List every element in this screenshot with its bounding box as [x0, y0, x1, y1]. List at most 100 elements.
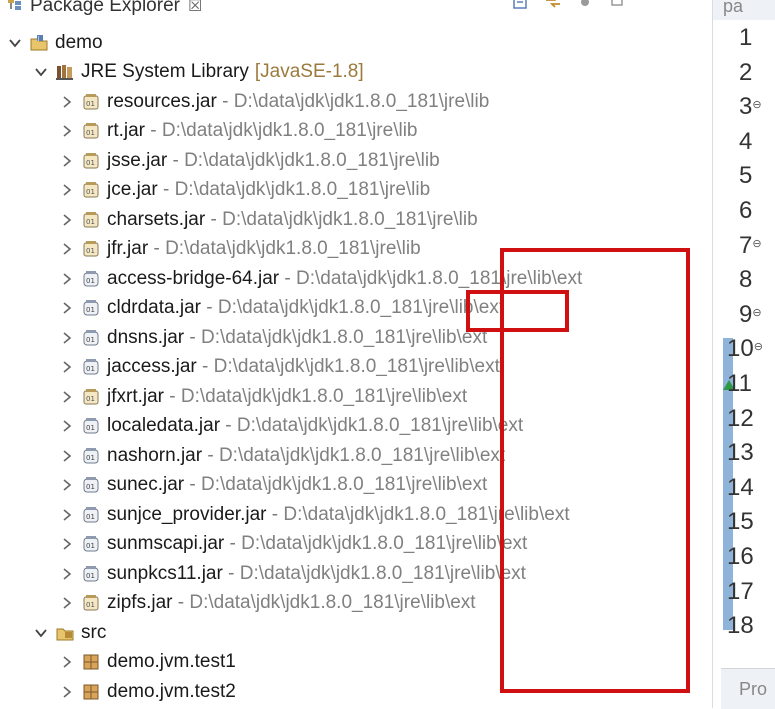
- tree-item-dnsns-jar[interactable]: 01 dnsns.jar - D:\data\jdk\jdk1.8.0_181\j…: [60, 323, 487, 352]
- chevron-right-icon[interactable]: [60, 567, 74, 581]
- tree-item-sunpkcs11-jar[interactable]: 01 sunpkcs11.jar - D:\data\jdk\jdk1.8.0_1…: [60, 559, 526, 588]
- fold-marker-icon[interactable]: ⊖: [752, 307, 761, 319]
- chevron-right-icon[interactable]: [60, 360, 74, 374]
- tree-item-path: D:\data\jdk\jdk1.8.0_181\jre\lib: [184, 149, 440, 171]
- path-separator: -: [279, 267, 297, 289]
- jar-ext-icon: 01: [82, 506, 100, 524]
- line-number: 6: [739, 197, 753, 224]
- collapse-all-icon[interactable]: [512, 0, 530, 10]
- chevron-right-icon[interactable]: [60, 419, 74, 433]
- path-separator: -: [222, 562, 240, 584]
- view-title: Package Explorer: [30, 0, 180, 16]
- jar-icon: 01: [82, 594, 100, 612]
- tree-item-src[interactable]: src: [34, 618, 106, 647]
- editor-tab[interactable]: pa: [713, 0, 775, 20]
- tree-item-label: access-bridge-64.jar: [107, 267, 280, 289]
- tree-item-demo[interactable]: Jdemo: [8, 28, 103, 57]
- tree-item-label: nashorn.jar: [107, 444, 203, 466]
- tree-item-jfr-jar[interactable]: 01 jfr.jar - D:\data\jdk\jdk1.8.0_181\jre…: [60, 235, 421, 264]
- chevron-right-icon[interactable]: [60, 478, 74, 492]
- tree-item-path: D:\data\jdk\jdk1.8.0_181\jre\lib\ext: [236, 415, 524, 436]
- jar-ext-icon: 01: [82, 417, 100, 435]
- chevron-right-icon[interactable]: [60, 685, 74, 699]
- link-with-editor-icon[interactable]: [544, 0, 562, 10]
- tree-item-label: jce.jar: [107, 179, 158, 200]
- line-number: 10⊖: [727, 335, 763, 363]
- tree-item-label: jfxrt.jar: [107, 385, 164, 407]
- tree-item-rt-jar[interactable]: 01 rt.jar - D:\data\jdk\jdk1.8.0_181\jre\…: [60, 117, 418, 146]
- tree-item-jaccess-jar[interactable]: 01 jaccess.jar - D:\data\jdk\jdk1.8.0_181…: [60, 353, 500, 382]
- problems-tab[interactable]: Pro: [721, 668, 775, 709]
- jar-icon: 01: [82, 181, 100, 199]
- fold-marker-icon[interactable]: ⊖: [752, 238, 761, 250]
- close-view-icon[interactable]: ☒: [188, 0, 202, 16]
- chevron-right-icon[interactable]: [60, 390, 74, 404]
- tree-item-path: D:\data\jdk\jdk1.8.0_181\jre\lib: [222, 208, 478, 230]
- path-separator: -: [220, 415, 237, 436]
- jar-icon: 01: [82, 152, 100, 170]
- tree-item-path: D:\data\jdk\jdk1.8.0_181\jre\lib: [174, 179, 431, 200]
- chevron-right-icon[interactable]: [60, 154, 74, 168]
- tree-item-label: zipfs.jar: [107, 592, 173, 613]
- chevron-right-icon[interactable]: [60, 213, 74, 227]
- tree-item-jsse-jar[interactable]: 01 jsse.jar - D:\data\jdk\jdk1.8.0_181\jr…: [60, 146, 440, 175]
- tree-item-path: D:\data\jdk\jdk1.8.0_181\jre\lib\ext: [213, 356, 500, 377]
- tree-item-jfxrt-jar[interactable]: 01 jfxrt.jar - D:\data\jdk\jdk1.8.0_181\j…: [60, 382, 467, 411]
- chevron-right-icon[interactable]: [60, 596, 74, 610]
- line-number: 4: [739, 127, 753, 155]
- chevron-right-icon[interactable]: [60, 124, 74, 138]
- path-separator: -: [164, 385, 181, 407]
- line-number: 3⊖: [739, 93, 762, 121]
- fold-marker-icon[interactable]: ⊖: [754, 341, 763, 353]
- tree-item-sunjce-provider-jar[interactable]: 01 sunjce_provider.jar - D:\data\jdk\jdk1…: [60, 500, 570, 529]
- tree-item-path: D:\data\jdk\jdk1.8.0_181\jre\lib\ext: [218, 444, 506, 466]
- line-number: 14: [727, 473, 754, 501]
- chevron-down-icon[interactable]: [8, 36, 22, 50]
- tree-item-label: sunec.jar: [107, 474, 185, 495]
- tree-item-localedata-jar[interactable]: 01 localedata.jar - D:\data\jdk\jdk1.8.0_…: [60, 412, 523, 441]
- package-explorer-tab[interactable]: Package Explorer ☒: [0, 0, 220, 20]
- svg-text:01: 01: [86, 572, 95, 580]
- editor-area: pa 1 2 3⊖ 4 5 6 7⊖ 8 9⊖ 10⊖ 11 12 13 14 15 16 17 18 Pro: [712, 0, 775, 709]
- tree-item-demo-jvm-test2[interactable]: demo.jvm.test2: [60, 677, 236, 706]
- svg-text:01: 01: [86, 129, 95, 137]
- tree-item-path: D:\data\jdk\jdk1.8.0_181\jre\lib\ext: [241, 533, 528, 554]
- tree-item-sunmscapi-jar[interactable]: 01 sunmscapi.jar - D:\data\jdk\jdk1.8.0_1…: [60, 530, 527, 559]
- chevron-right-icon[interactable]: [60, 242, 74, 256]
- svg-text:01: 01: [86, 542, 95, 550]
- view-menu-icon[interactable]: [576, 0, 594, 10]
- tree-item-jce-jar[interactable]: 01 jce.jar - D:\data\jdk\jdk1.8.0_181\jre…: [60, 176, 430, 205]
- tree-item-zipfs-jar[interactable]: 01 zipfs.jar - D:\data\jdk\jdk1.8.0_181\j…: [60, 589, 476, 618]
- path-separator: -: [224, 533, 242, 554]
- tree-item-path: D:\data\jdk\jdk1.8.0_181\jre\lib\ext: [239, 562, 526, 584]
- chevron-right-icon[interactable]: [60, 331, 74, 345]
- line-number: 13: [727, 439, 754, 467]
- tree-item-jre-system-library[interactable]: JRE System Library [JavaSE-1.8]: [34, 58, 364, 87]
- tree-item-nashorn-jar[interactable]: 01 nashorn.jar - D:\data\jdk\jdk1.8.0_181…: [60, 441, 505, 470]
- tree-item-label: sunpkcs11.jar: [107, 562, 223, 584]
- chevron-right-icon[interactable]: [60, 183, 74, 197]
- tree-item-cldrdata-jar[interactable]: 01 cldrdata.jar - D:\data\jdk\jdk1.8.0_18…: [60, 294, 504, 323]
- chevron-right-icon[interactable]: [60, 508, 74, 522]
- chevron-down-icon[interactable]: [34, 65, 48, 79]
- chevron-down-icon[interactable]: [34, 626, 48, 640]
- chevron-right-icon[interactable]: [60, 537, 74, 551]
- chevron-right-icon[interactable]: [60, 301, 74, 315]
- jar-ext-icon: 01: [82, 565, 100, 583]
- chevron-right-icon[interactable]: [60, 95, 74, 109]
- tree-item-charsets-jar[interactable]: 01 charsets.jar - D:\data\jdk\jdk1.8.0_18…: [60, 205, 478, 234]
- minimize-view-icon[interactable]: [608, 0, 626, 10]
- chevron-right-icon[interactable]: [60, 655, 74, 669]
- tree-item-label: charsets.jar: [107, 208, 206, 230]
- tree-item-path: D:\data\jdk\jdk1.8.0_181\jre\lib\ext: [180, 385, 468, 407]
- chevron-right-icon[interactable]: [60, 449, 74, 463]
- tree-item-resources-jar[interactable]: 01 resources.jar - D:\data\jdk\jdk1.8.0_1…: [60, 87, 489, 116]
- chevron-right-icon[interactable]: [60, 272, 74, 286]
- svg-text:01: 01: [86, 513, 95, 521]
- tree-item-sunec-jar[interactable]: 01 sunec.jar - D:\data\jdk\jdk1.8.0_181\j…: [60, 471, 487, 500]
- package-icon: [82, 653, 100, 671]
- tree-item-demo-jvm-test1[interactable]: demo.jvm.test1: [60, 648, 236, 677]
- fold-marker-icon[interactable]: ⊖: [752, 99, 761, 111]
- tree-item-label: demo.jvm.test2: [107, 680, 236, 702]
- tree-item-label: localedata.jar: [107, 415, 221, 436]
